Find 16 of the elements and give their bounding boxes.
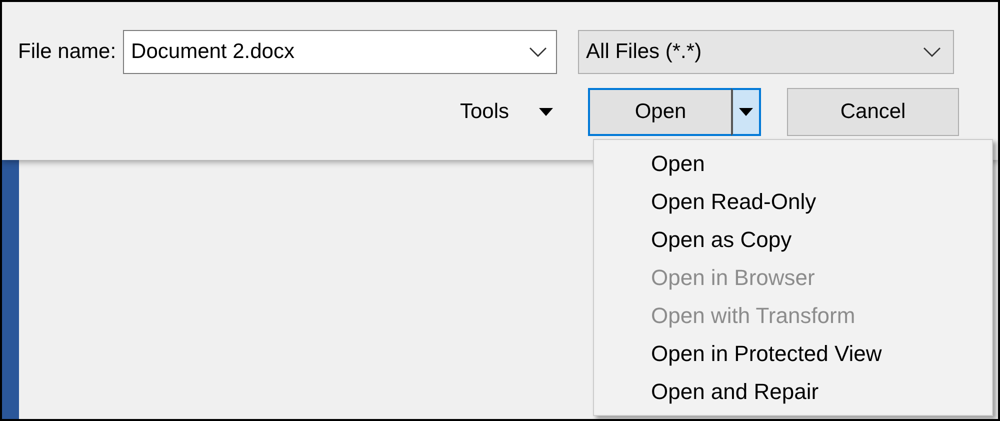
menu-item[interactable]: Open and Repair [594, 373, 992, 411]
cancel-button[interactable]: Cancel [787, 88, 960, 136]
chevron-down-icon [923, 47, 942, 57]
chevron-down-icon [529, 47, 548, 57]
menu-item[interactable]: Open in Protected View [594, 335, 992, 373]
field-label: File name: [18, 40, 116, 64]
open-button[interactable]: Open [588, 88, 732, 136]
caret-icon [739, 108, 754, 116]
file-type-dropdown[interactable]: All Files (*.*) [578, 30, 954, 74]
split-arrow-button[interactable] [731, 88, 762, 136]
menu-item[interactable]: Open [594, 145, 992, 183]
caret-icon [539, 108, 554, 116]
menu-item[interactable]: Open Read-Only [594, 183, 992, 221]
menu-item[interactable]: Open as Copy [594, 221, 992, 259]
file-name-field[interactable]: Document 2.docx [123, 30, 558, 74]
tools-menu-button[interactable]: Tools [460, 100, 554, 124]
